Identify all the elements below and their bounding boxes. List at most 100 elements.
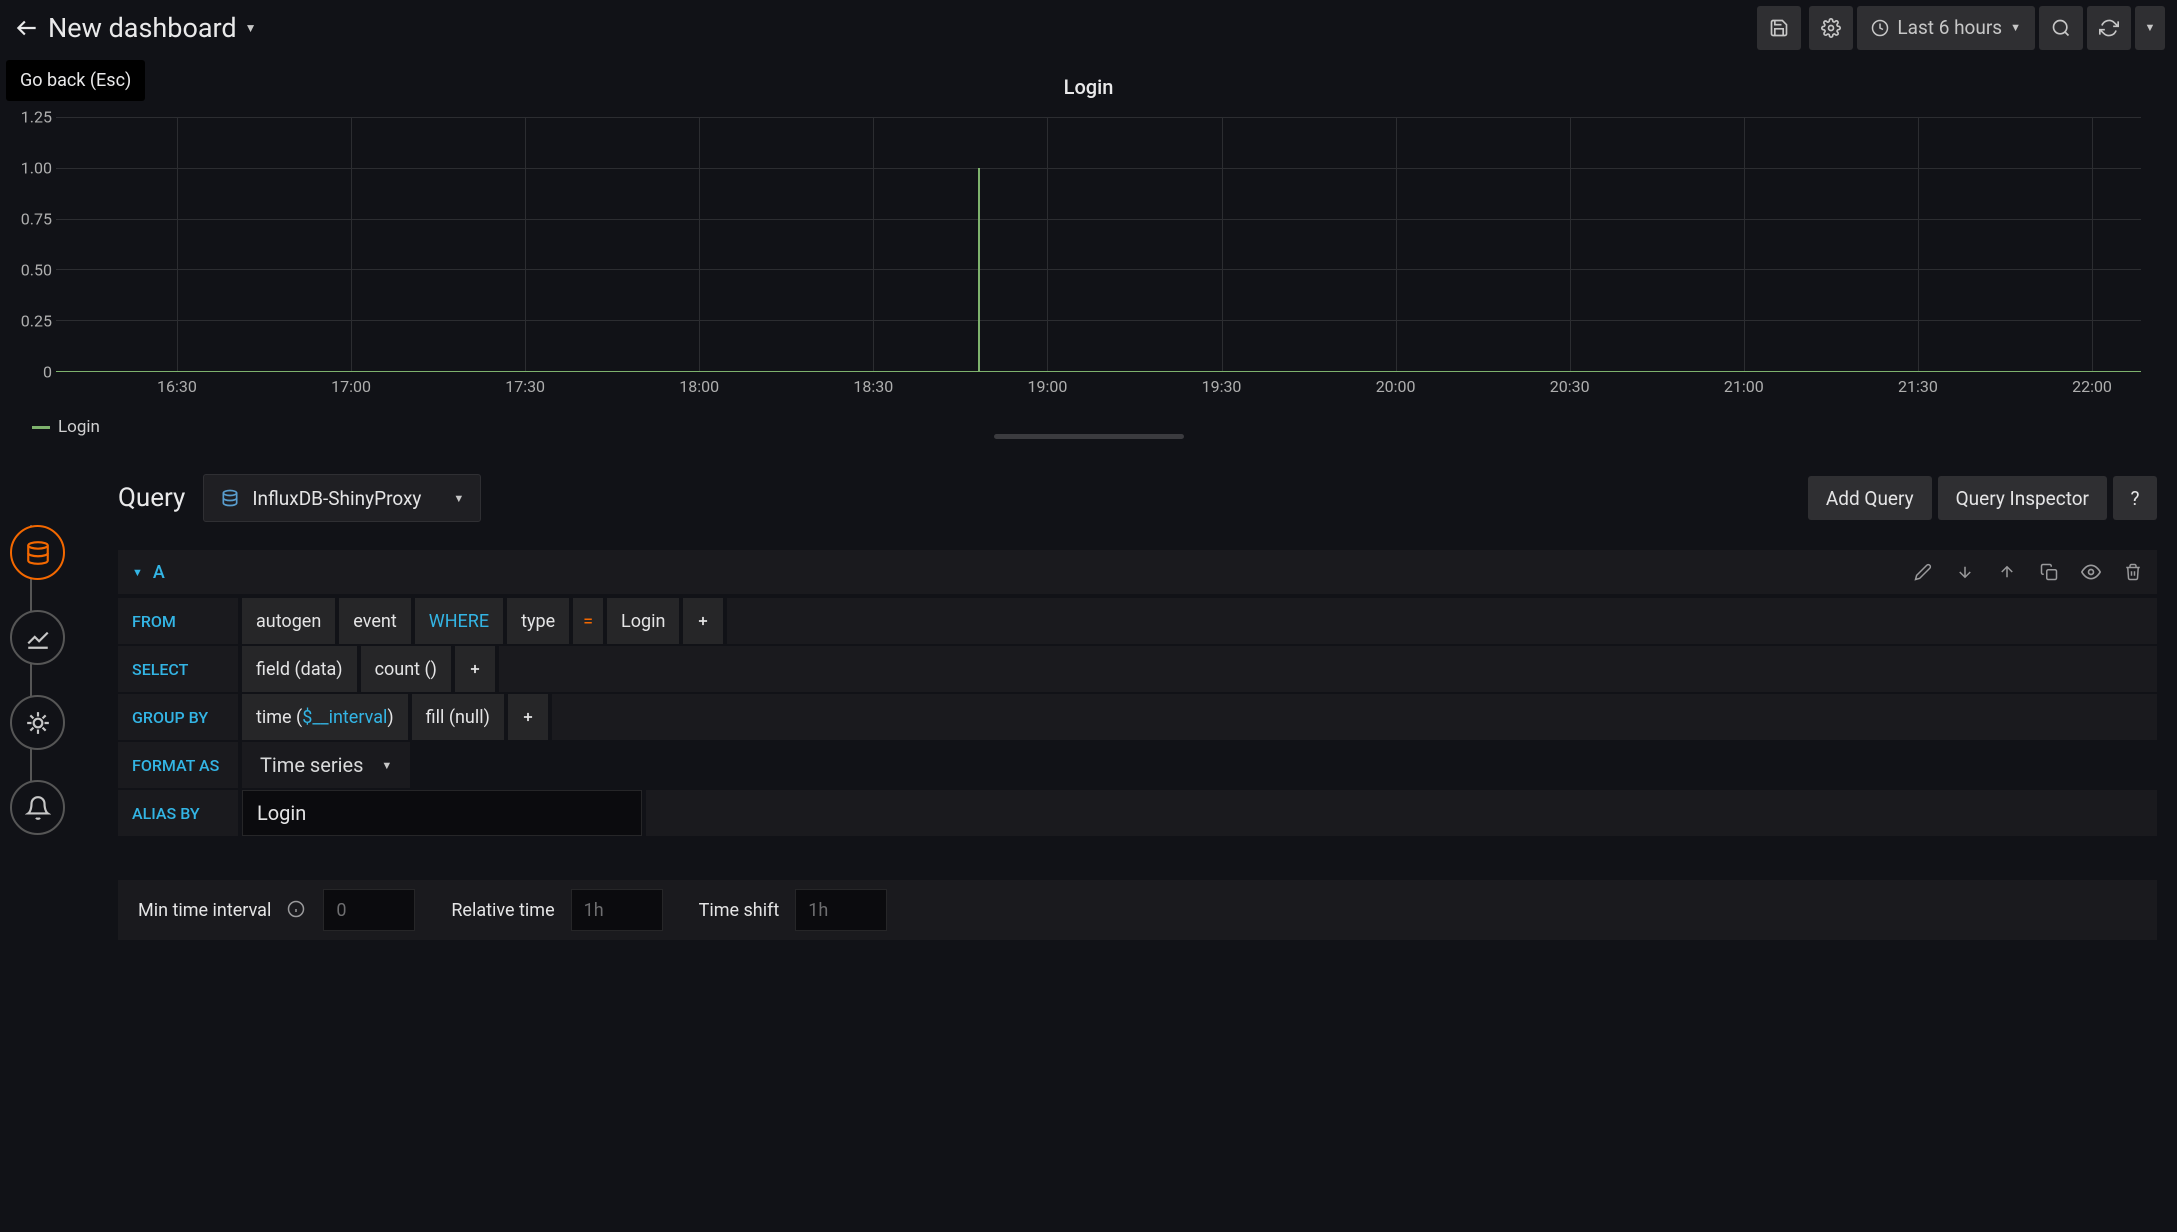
alias-input[interactable]: Login bbox=[242, 790, 642, 836]
refresh-icon bbox=[2099, 18, 2119, 38]
plot-area[interactable] bbox=[56, 117, 2141, 372]
x-tick: 18:00 bbox=[679, 377, 719, 396]
groupby-row: GROUP BY time ($__interval) fill (null) bbox=[118, 694, 2157, 740]
caret-down-icon: ▼ bbox=[245, 21, 257, 35]
where-keyword[interactable]: WHERE bbox=[415, 598, 503, 644]
topbar: New dashboard ▼ Last 6 hours ▼ ▼ bbox=[0, 0, 2177, 55]
save-button[interactable] bbox=[1757, 6, 1801, 50]
refresh-interval-dropdown[interactable]: ▼ bbox=[2135, 6, 2165, 50]
from-row: FROM autogen event WHERE type = Login bbox=[118, 598, 2157, 644]
y-tick: 0.25 bbox=[21, 312, 52, 331]
query-a: ▼ A FROM autogen event WHERE type = Logi… bbox=[118, 550, 2157, 836]
legend-color-swatch bbox=[32, 426, 50, 429]
groupby-time[interactable]: time ($__interval) bbox=[242, 694, 408, 740]
plus-icon bbox=[696, 614, 710, 628]
clock-icon bbox=[1871, 19, 1889, 37]
tab-alert[interactable] bbox=[10, 780, 65, 835]
refresh-button[interactable] bbox=[2087, 6, 2131, 50]
where-tag-key[interactable]: type bbox=[507, 598, 569, 644]
formatas-keyword: FORMAT AS bbox=[118, 742, 238, 788]
legend[interactable]: Login bbox=[32, 417, 100, 437]
groupby-keyword: GROUP BY bbox=[118, 694, 238, 740]
resize-handle[interactable] bbox=[994, 434, 1184, 439]
eye-icon bbox=[2081, 562, 2101, 582]
retention-policy-segment[interactable]: autogen bbox=[242, 598, 335, 644]
tab-general[interactable] bbox=[10, 695, 65, 750]
tab-visualization[interactable] bbox=[10, 610, 65, 665]
time-options: Min time interval 0 Relative time 1h Tim… bbox=[118, 880, 2157, 940]
relative-time-input[interactable]: 1h bbox=[571, 889, 663, 931]
caret-down-icon: ▼ bbox=[2010, 21, 2021, 34]
chart: 0 0.25 0.50 0.75 1.00 1.25 16:30 17:00 1… bbox=[18, 117, 2148, 407]
format-select[interactable]: Time series ▼ bbox=[242, 742, 410, 788]
query-header: Query InfluxDB-ShinyProxy ▼ Add Query Qu… bbox=[118, 468, 2157, 528]
chart-icon bbox=[25, 625, 51, 651]
database-icon bbox=[25, 540, 51, 566]
bell-icon bbox=[25, 795, 51, 821]
datasource-picker[interactable]: InfluxDB-ShinyProxy ▼ bbox=[203, 474, 481, 522]
groupby-fill[interactable]: fill (null) bbox=[412, 694, 504, 740]
bug-icon bbox=[25, 710, 51, 736]
data-bar bbox=[978, 168, 980, 371]
add-groupby-button[interactable] bbox=[508, 694, 548, 740]
plus-icon bbox=[521, 710, 535, 724]
y-tick: 1.25 bbox=[21, 108, 52, 127]
x-tick: 19:30 bbox=[1202, 377, 1242, 396]
time-shift-label: Time shift bbox=[699, 900, 780, 921]
move-down-button[interactable] bbox=[1955, 562, 1975, 582]
copy-icon bbox=[2040, 563, 2058, 581]
arrow-left-icon bbox=[14, 15, 40, 41]
save-icon bbox=[1769, 18, 1789, 38]
measurement-segment[interactable]: event bbox=[339, 598, 410, 644]
query-row-header[interactable]: ▼ A bbox=[118, 550, 2157, 594]
duplicate-query-button[interactable] bbox=[2039, 562, 2059, 582]
search-icon bbox=[2051, 18, 2071, 38]
y-tick: 1.00 bbox=[21, 159, 52, 178]
zoom-out-button[interactable] bbox=[2039, 6, 2083, 50]
min-interval-input[interactable]: 0 bbox=[323, 889, 415, 931]
help-button[interactable]: ? bbox=[2113, 476, 2157, 520]
add-select-button[interactable] bbox=[455, 646, 495, 692]
toggle-visibility-button[interactable] bbox=[2081, 562, 2101, 582]
gear-icon bbox=[1821, 18, 1841, 38]
from-keyword: FROM bbox=[118, 598, 238, 644]
caret-down-icon: ▼ bbox=[132, 566, 143, 579]
min-interval-label: Min time interval bbox=[138, 900, 271, 921]
relative-time-label: Relative time bbox=[451, 900, 554, 921]
x-tick: 19:00 bbox=[1027, 377, 1067, 396]
add-where-button[interactable] bbox=[683, 598, 723, 644]
y-tick: 0.75 bbox=[21, 210, 52, 229]
time-range-picker[interactable]: Last 6 hours ▼ bbox=[1857, 6, 2035, 50]
x-tick: 21:30 bbox=[1898, 377, 1938, 396]
settings-button[interactable] bbox=[1809, 6, 1853, 50]
time-range-label: Last 6 hours bbox=[1897, 16, 2002, 39]
time-shift-input[interactable]: 1h bbox=[795, 889, 887, 931]
tooltip: Go back (Esc) bbox=[6, 60, 145, 101]
panel-title[interactable]: Login bbox=[0, 75, 2177, 99]
where-tag-value[interactable]: Login bbox=[607, 598, 679, 644]
toolbar-buttons bbox=[1753, 6, 1853, 50]
query-inspector-button[interactable]: Query Inspector bbox=[1938, 476, 2107, 520]
select-function[interactable]: count () bbox=[361, 646, 451, 692]
where-operator[interactable]: = bbox=[573, 598, 603, 644]
move-up-button[interactable] bbox=[1997, 562, 2017, 582]
info-button[interactable] bbox=[287, 900, 307, 920]
pencil-icon bbox=[1914, 563, 1932, 581]
add-query-button[interactable]: Add Query bbox=[1808, 476, 1932, 520]
x-tick: 21:00 bbox=[1724, 377, 1764, 396]
remove-query-button[interactable] bbox=[2123, 562, 2143, 582]
trash-icon bbox=[2124, 563, 2142, 581]
x-tick: 20:00 bbox=[1376, 377, 1416, 396]
back-button[interactable] bbox=[12, 13, 42, 43]
caret-down-icon: ▼ bbox=[2145, 21, 2156, 34]
dashboard-title-dropdown[interactable]: New dashboard ▼ bbox=[48, 12, 257, 44]
x-tick: 17:00 bbox=[331, 377, 371, 396]
aliasby-row: ALIAS BY Login bbox=[118, 790, 2157, 836]
select-field[interactable]: field (data) bbox=[242, 646, 357, 692]
arrow-up-icon bbox=[1998, 563, 2016, 581]
edit-query-button[interactable] bbox=[1913, 562, 1933, 582]
formatas-row: FORMAT AS Time series ▼ bbox=[118, 742, 2157, 788]
caret-down-icon: ▼ bbox=[453, 492, 464, 505]
tab-queries[interactable] bbox=[10, 525, 65, 580]
y-axis: 0 0.25 0.50 0.75 1.00 1.25 bbox=[18, 117, 52, 372]
